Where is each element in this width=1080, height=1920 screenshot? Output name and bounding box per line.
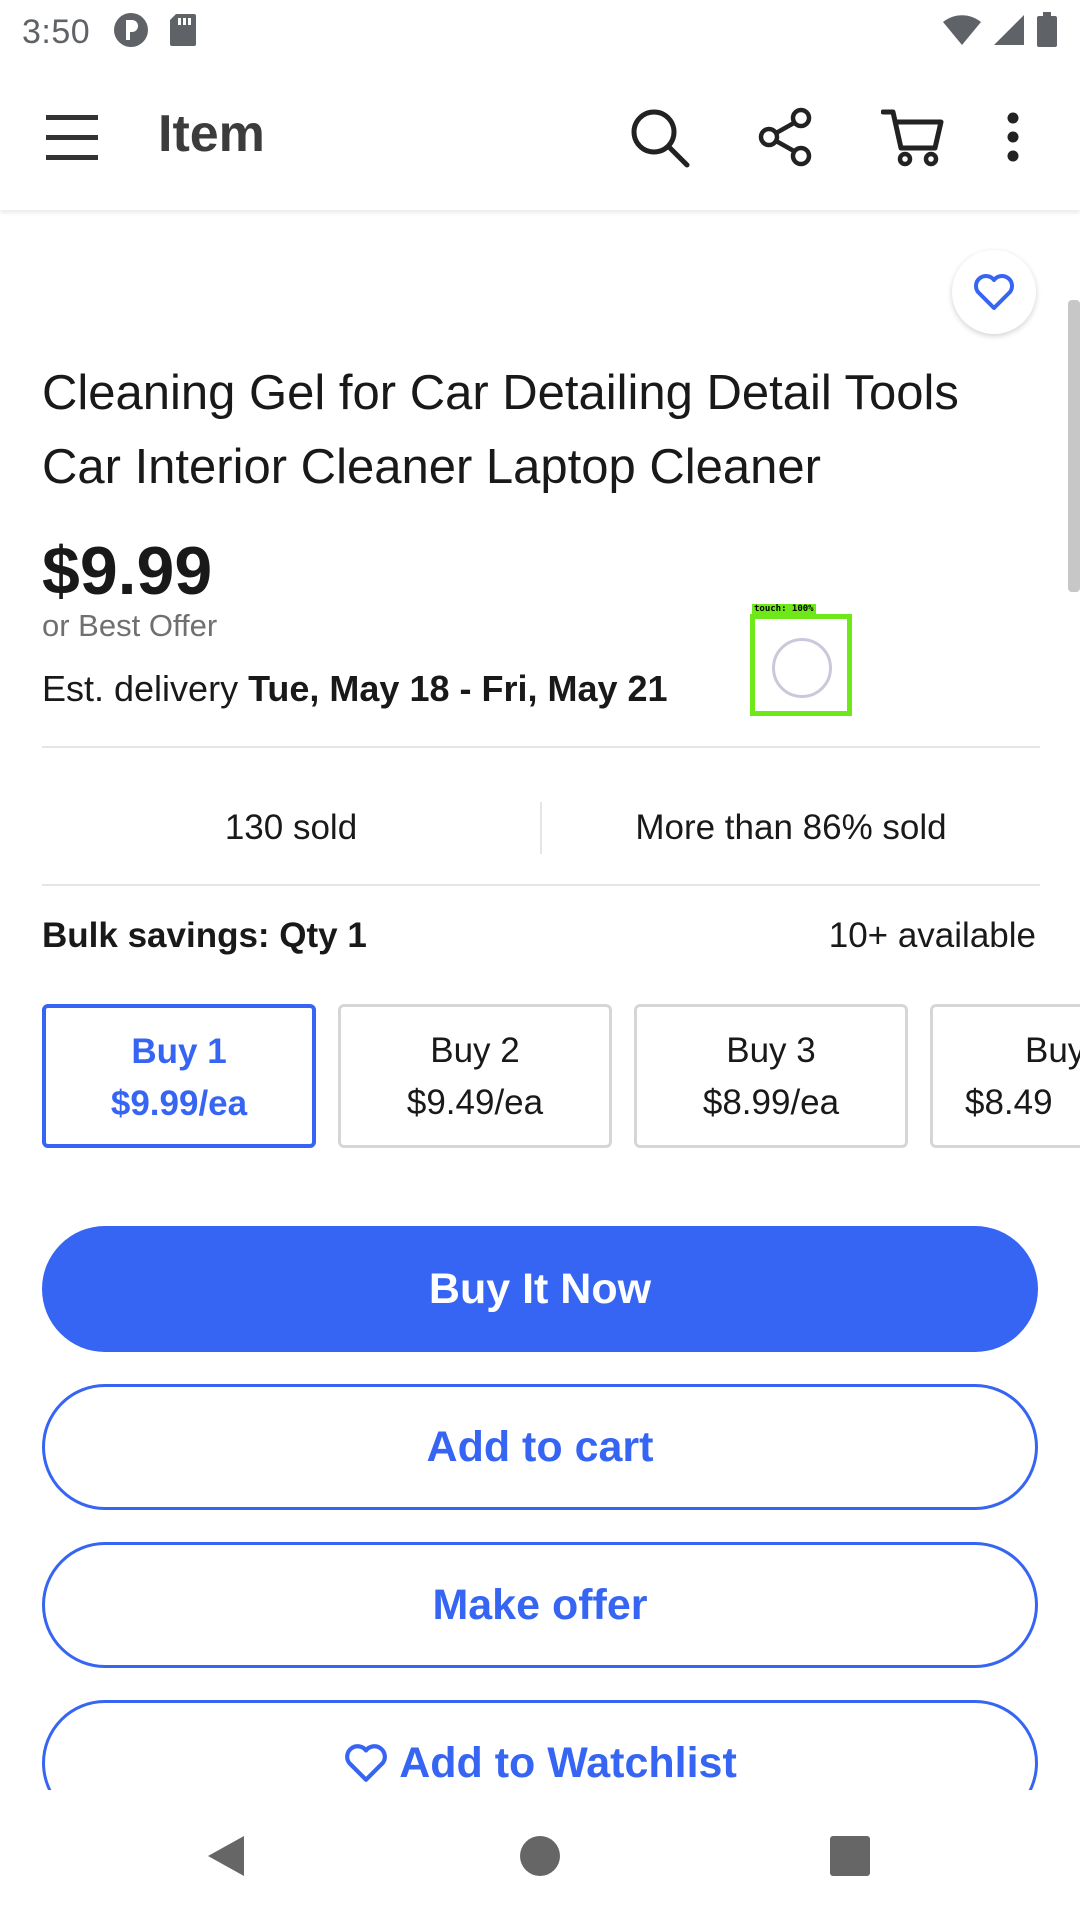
battery-icon [1036, 11, 1058, 53]
heart-icon [343, 1742, 389, 1784]
watchlist-heart-button[interactable] [952, 250, 1036, 334]
cell-signal-icon [992, 13, 1026, 52]
add-to-cart-button[interactable]: Add to cart [42, 1384, 1038, 1510]
page-title: Item [158, 105, 265, 163]
wifi-icon [942, 13, 982, 52]
cart-icon[interactable] [878, 102, 948, 172]
qty-price: $8.99/ea [702, 1083, 840, 1122]
add-to-watchlist-button[interactable]: Add to Watchlist [42, 1700, 1038, 1790]
sold-count: 130 sold [224, 808, 358, 847]
qty-price: $9.49/ea [406, 1083, 544, 1122]
scrollbar[interactable] [1068, 300, 1080, 592]
system-nav-bar [0, 1790, 1080, 1920]
buy-it-now-button[interactable]: Buy It Now [42, 1226, 1038, 1352]
qty-price: $8.49 [965, 1083, 1053, 1122]
qty-label: Buy 2 [430, 1031, 520, 1070]
item-title: Cleaning Gel for Car Detailing Detail To… [42, 366, 959, 494]
available-quantity: 10+ available [828, 916, 1036, 955]
search-icon[interactable] [624, 102, 694, 172]
estimated-delivery: Est. delivery Tue, May 18 - Fri, May 21 [42, 668, 668, 710]
share-icon[interactable] [750, 102, 820, 172]
sold-stats: 130 sold More than 86% sold [42, 778, 1040, 878]
delivery-dates: Tue, May 18 - Fri, May 21 [248, 668, 668, 709]
divider [42, 884, 1040, 886]
touch-indicator-label: touch: 100% [752, 604, 816, 614]
qty-label: Buy 3 [726, 1031, 816, 1070]
recents-icon[interactable] [820, 1826, 880, 1886]
qty-label: Buy 1 [131, 1032, 227, 1071]
back-icon[interactable] [196, 1826, 256, 1886]
qty-price: $9.99/ea [110, 1084, 248, 1123]
qty-option-buy-4[interactable]: Buy $8.49 [930, 1004, 1080, 1148]
bulk-savings-label: Bulk savings: Qty 1 [42, 916, 367, 955]
touch-circle [772, 638, 832, 698]
status-time: 3:50 [22, 12, 91, 51]
qty-option-buy-1[interactable]: Buy 1 $9.99/ea [42, 1004, 316, 1148]
add-to-watchlist-label: Add to Watchlist [399, 1738, 737, 1787]
sold-percent: More than 86% sold [635, 808, 947, 847]
best-offer-label: or Best Offer [42, 608, 218, 643]
item-price: $9.99 [42, 533, 213, 609]
heart-icon [974, 274, 1014, 310]
status-bar: 3:50 [0, 0, 1080, 64]
make-offer-button[interactable]: Make offer [42, 1542, 1038, 1668]
qty-option-buy-2[interactable]: Buy 2 $9.49/ea [338, 1004, 612, 1148]
qty-label: Buy [1025, 1031, 1080, 1070]
sd-card-icon [168, 12, 198, 53]
notification-app-icon [112, 11, 150, 54]
qty-option-buy-3[interactable]: Buy 3 $8.99/ea [634, 1004, 908, 1148]
menu-icon[interactable] [44, 112, 100, 164]
more-vert-icon[interactable] [988, 102, 1038, 172]
app-bar: Item [0, 64, 1080, 210]
delivery-prefix: Est. delivery [42, 668, 249, 709]
item-details: Cleaning Gel for Car Detailing Detail To… [0, 210, 1080, 1790]
divider [42, 746, 1040, 748]
home-icon[interactable] [510, 1826, 570, 1886]
